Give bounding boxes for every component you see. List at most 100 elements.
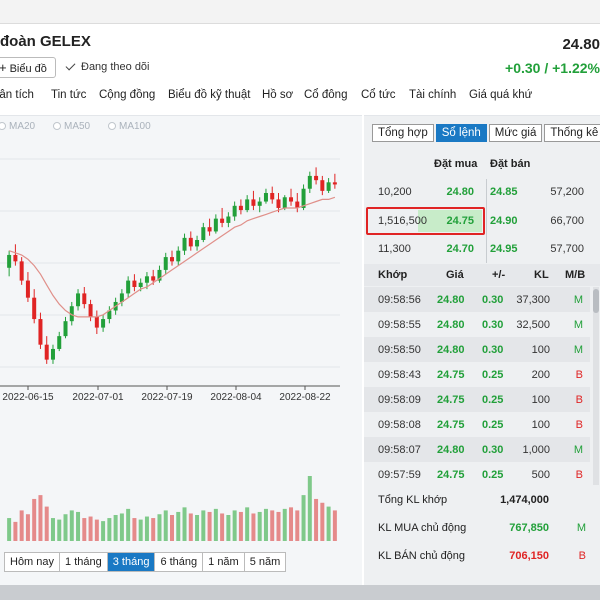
price-chart[interactable]: 2022-06-15 2022-07-01 2022-07-19 2022-08-04… (0, 116, 362, 546)
ma100-radio-icon (108, 122, 116, 130)
volume-bar (295, 510, 300, 541)
trade-price: 24.80 (437, 294, 465, 306)
trade-change: 0.30 (482, 319, 504, 331)
range-5-years[interactable]: 5 năm (245, 553, 286, 571)
action-row: + Biểu đồ Đang theo dõi +0.30 / +1.22% (0, 56, 600, 80)
stock-title: đoàn GELEX (0, 33, 91, 50)
candle-body (238, 205, 243, 211)
trade-volume: 100 (531, 419, 550, 431)
total-volume-value: 1,474,000 (500, 494, 549, 506)
range-selector: Hôm nay 1 tháng 3 tháng 6 tháng 1 năm 5 … (4, 552, 287, 572)
volume-bar (157, 514, 162, 541)
volume-bar (69, 510, 74, 541)
volume-bar (195, 515, 200, 541)
volume-bar (7, 518, 12, 541)
volume-bar (44, 506, 49, 541)
ask-price[interactable]: 24.85 (490, 186, 518, 198)
candle-body (101, 319, 106, 328)
title-row: đoàn GELEX 24.80 (0, 30, 600, 54)
nav-item-community[interactable]: Cộng đồng (99, 89, 155, 101)
ma100-toggle[interactable]: MA100 (108, 121, 151, 132)
orderbook-row: 11,300 24.70 24.95 57,700 (364, 236, 600, 262)
ask-price[interactable]: 24.95 (490, 243, 518, 255)
trade-side: B (575, 394, 583, 406)
candle-body (270, 193, 275, 200)
chart-button-label: Biểu đồ (9, 63, 47, 75)
trade-volume: 32,500 (516, 319, 550, 331)
tab-summary[interactable]: Tổng hợp (372, 124, 434, 142)
volume-bar (276, 511, 281, 541)
range-6-months[interactable]: 6 tháng (155, 553, 204, 571)
candle-body (176, 250, 181, 262)
trade-price: 24.75 (437, 394, 465, 406)
ask-price[interactable]: 24.90 (490, 215, 518, 227)
trade-row: 09:58:50 24.80 0.30 100 M (364, 337, 590, 362)
range-today[interactable]: Hôm nay (5, 553, 61, 571)
volume-bar (176, 511, 181, 541)
volume-bar (245, 507, 250, 541)
chart-button[interactable]: + Biểu đồ (0, 57, 56, 78)
ma20-label: MA20 (9, 121, 36, 132)
candle-body (251, 199, 256, 206)
candle-body (82, 293, 87, 305)
bid-price[interactable]: 24.80 (446, 186, 474, 198)
x-tick-label: 2022-08-04 (210, 392, 262, 403)
follow-toggle[interactable]: Đang theo dõi (65, 60, 150, 73)
volume-bar (63, 514, 68, 541)
nav-item-dividends[interactable]: Cổ tức (361, 89, 396, 101)
orderbook-row: 10,200 24.80 24.85 57,200 (364, 179, 600, 205)
trade-row: 09:57:59 24.75 0.25 500 B (364, 462, 590, 487)
x-tick-label: 2022-08-22 (279, 392, 331, 403)
volume-bar (132, 518, 137, 541)
trade-side: M (573, 344, 583, 356)
range-1-month[interactable]: 1 tháng (60, 553, 108, 571)
trade-price: 24.75 (437, 369, 465, 381)
nav-item-price-history[interactable]: Giá quá khứ (469, 89, 532, 101)
volume-bar (50, 518, 55, 541)
active-sell-label: KL BÁN chủ động (378, 550, 466, 562)
ma50-toggle[interactable]: MA50 (53, 121, 90, 132)
chart-panel: 2022-06-15 2022-07-01 2022-07-19 2022-08-04… (0, 115, 362, 585)
trade-side: M (573, 294, 583, 306)
nav-item-analysis[interactable]: hân tích (0, 89, 34, 101)
nav-item-shareholders[interactable]: Cổ đông (304, 89, 347, 101)
trade-change: 0.30 (482, 444, 504, 456)
trade-volume: 37,300 (516, 294, 550, 306)
volume-bar (289, 507, 294, 541)
candle-body (232, 205, 237, 217)
tab-price-levels[interactable]: Mức giá (488, 124, 543, 142)
trades-scrollbar[interactable] (593, 287, 599, 485)
nav-item-news[interactable]: Tin tức (51, 89, 86, 101)
candle-body (289, 197, 294, 202)
x-tick-label: 2022-07-01 (72, 392, 124, 403)
volume-bar (57, 519, 62, 541)
nav-item-financials[interactable]: Tài chính (409, 89, 456, 101)
volume-bar (163, 510, 168, 541)
scrollbar-thumb[interactable] (593, 289, 599, 313)
tab-statistics[interactable]: Thống kê (544, 124, 600, 142)
candle-body (25, 280, 30, 298)
candle-body (307, 175, 312, 189)
ma50-label: MA50 (64, 121, 91, 132)
tab-order-book[interactable]: Sổ lệnh (435, 124, 487, 142)
trade-change: 0.25 (482, 369, 504, 381)
active-sell-side: B (578, 550, 586, 562)
bid-header: Đặt mua (434, 158, 478, 170)
candle-body (207, 227, 212, 232)
volume-bar (314, 498, 319, 541)
trade-price: 24.75 (437, 419, 465, 431)
candle-body (282, 197, 287, 208)
trade-time: 09:58:56 (378, 294, 421, 306)
range-1-year[interactable]: 1 năm (203, 553, 245, 571)
volume-bar (25, 514, 30, 541)
range-3-months[interactable]: 3 tháng (107, 553, 156, 571)
bid-price[interactable]: 24.70 (446, 243, 474, 255)
candle-body (163, 257, 168, 270)
trade-volume: 200 (531, 369, 550, 381)
volume-bar (76, 511, 81, 541)
nav-item-profile[interactable]: Hồ sơ (262, 89, 293, 101)
candle-body (170, 257, 174, 262)
nav-item-technical-chart[interactable]: Biểu đồ kỹ thuật (168, 89, 250, 101)
trade-row: 09:58:43 24.75 0.25 200 B (364, 362, 590, 387)
ma20-toggle[interactable]: MA20 (0, 121, 35, 132)
